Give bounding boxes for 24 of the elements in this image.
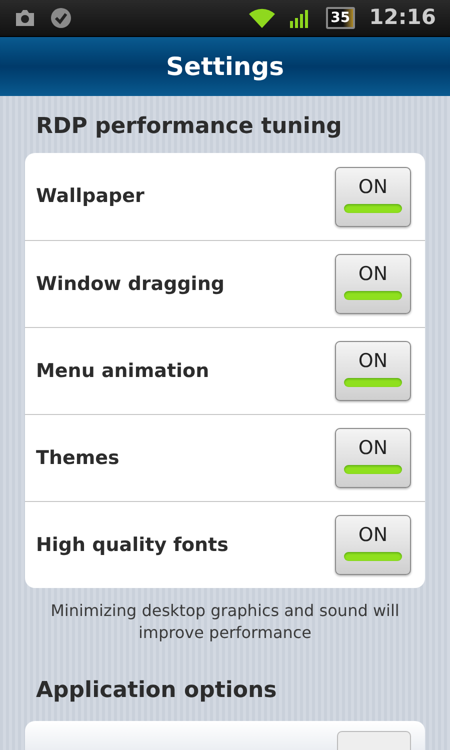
indicator-light (344, 204, 402, 212)
setting-label: Window dragging (36, 272, 224, 297)
toggle-button[interactable]: ON (335, 254, 411, 314)
setting-label: Wallpaper (36, 184, 144, 210)
section-title: Application options (35, 677, 278, 705)
setting-label: Menu animation (36, 358, 210, 384)
clock: 12:16 (369, 4, 436, 32)
setting-label: Themes (36, 446, 120, 471)
indicator-light (344, 552, 402, 561)
toggle-button[interactable]: ON (335, 166, 411, 226)
indicator-light (344, 465, 402, 474)
toggle-button[interactable]: ON (335, 515, 411, 575)
page-title: Settings (166, 50, 284, 83)
section-title: RDP performance tuning (35, 113, 343, 141)
setting-label: High quality fonts (36, 532, 228, 558)
indicator-light (344, 291, 402, 300)
indicator-light (344, 378, 402, 387)
toggle-button[interactable]: ON (335, 341, 411, 401)
camera-icon (14, 9, 36, 27)
hint-text: Minimizing desktop graphics and sound will improve performance (50, 600, 400, 644)
battery-indicator: 35 (326, 7, 356, 29)
check-badge-icon (50, 7, 72, 29)
wifi-icon (248, 7, 276, 29)
toggle-button[interactable]: ON (335, 428, 411, 488)
